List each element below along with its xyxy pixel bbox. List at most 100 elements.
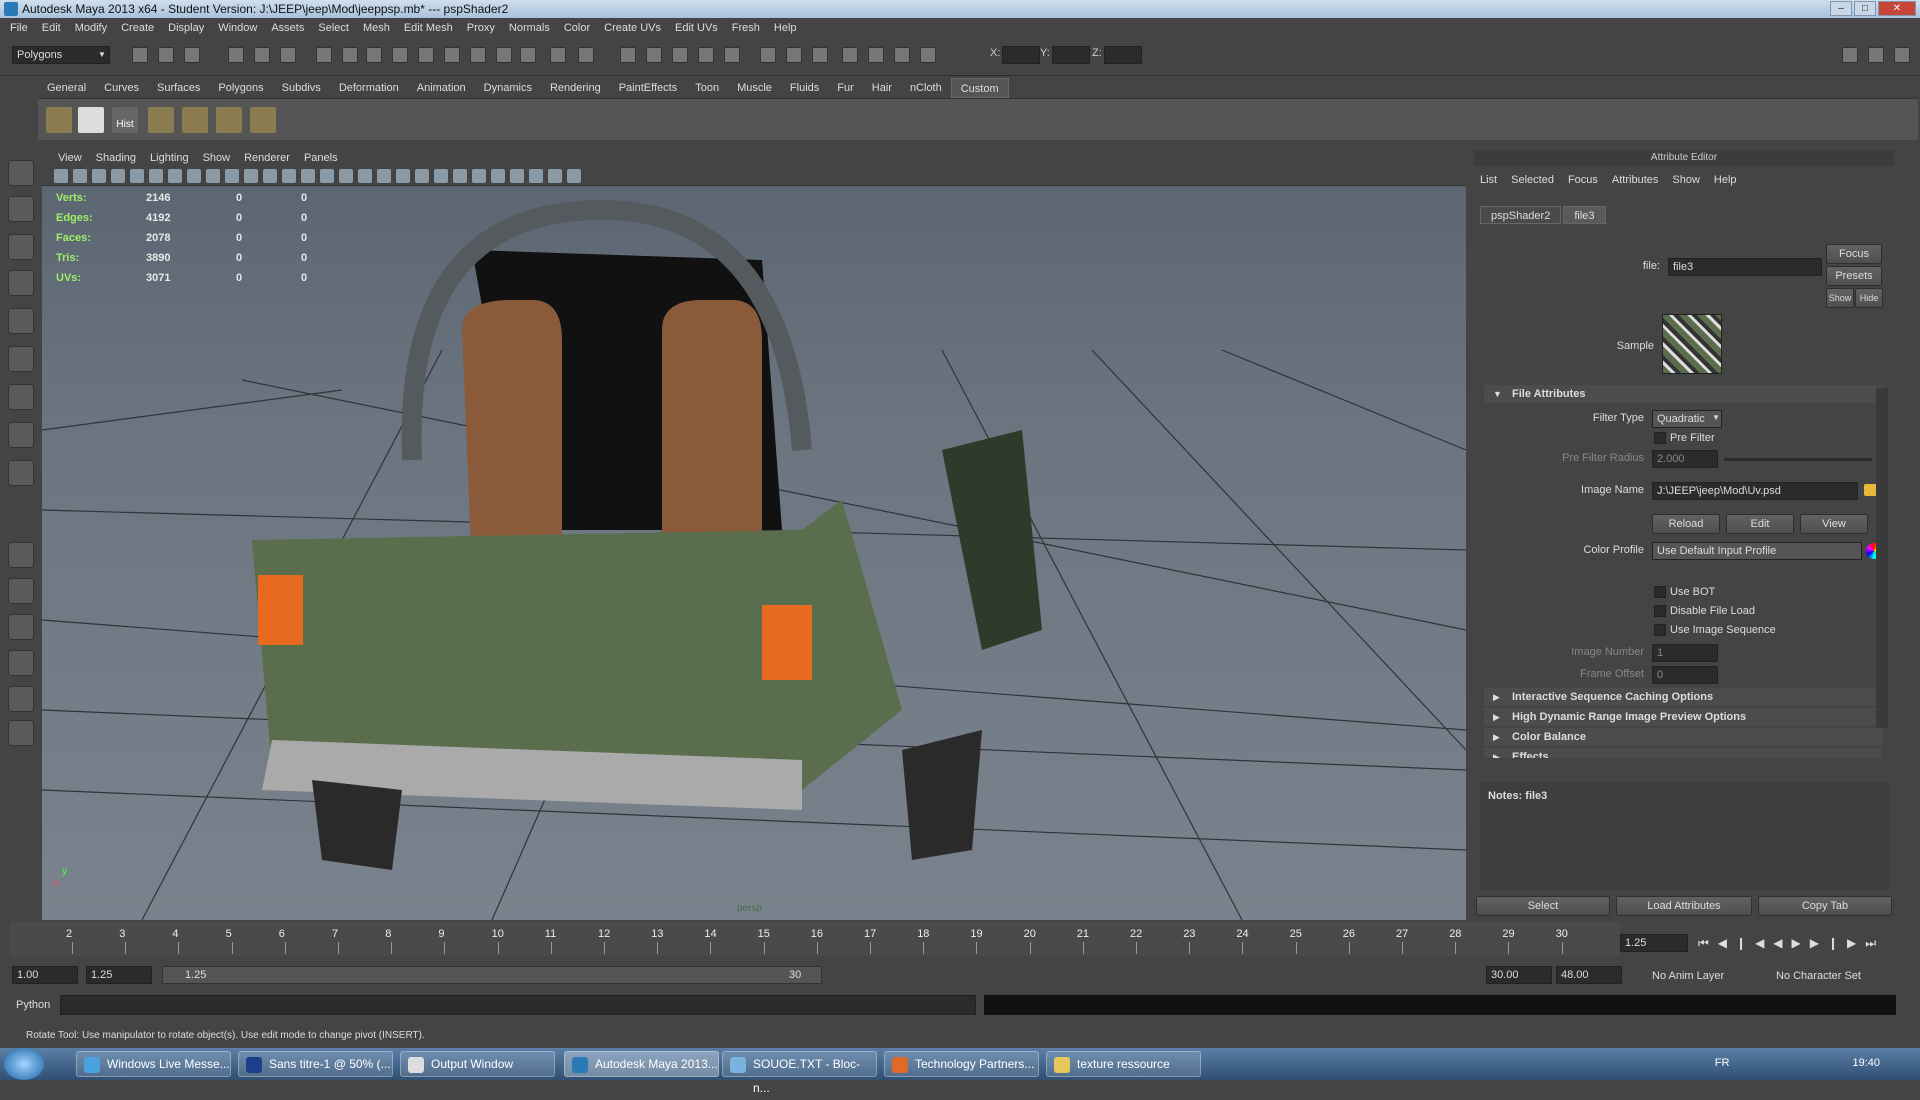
select-button[interactable]: Select [1476,896,1610,916]
tab-dynamics[interactable]: Dynamics [475,78,541,98]
viewport-tool-icon[interactable] [320,169,334,183]
menu-create[interactable]: Create [121,18,154,38]
notes-area[interactable]: Notes: file3 [1480,782,1890,890]
time-slider[interactable]: 2 3 4 5 6 7 8 9 10 11 12 13 14 15 16 17 18 19 20 21 22 23 24 25… [10,922,1620,956]
taskbar-item[interactable]: Technology Partners... [884,1051,1039,1077]
tab-curves[interactable]: Curves [95,78,148,98]
tab-surfaces[interactable]: Surfaces [148,78,209,98]
attr-menu-focus[interactable]: Focus [1568,172,1598,188]
tool-icon[interactable] [8,384,34,410]
close-button[interactable]: ✕ [1878,1,1916,16]
tab-general[interactable]: General [38,78,95,98]
tool-icon[interactable] [8,578,34,604]
viewport-tool-icon[interactable] [377,169,391,183]
tab-subdivs[interactable]: Subdivs [273,78,330,98]
x-field[interactable] [1002,46,1040,64]
file-attributes-section[interactable]: ▼ File Attributes [1484,385,1882,403]
viewport-tool-icon[interactable] [339,169,353,183]
end-time-field[interactable]: 48.00 [1556,966,1622,984]
clock[interactable]: 19:40 [1852,1057,1880,1069]
file-node-name-field[interactable]: file3 [1668,258,1822,276]
toolbar-tool-icon[interactable] [132,47,148,63]
history-button[interactable]: Hist [112,107,138,133]
toolbar-tool-icon[interactable] [366,47,382,63]
viewport-panel[interactable]: View Shading Lighting Show Renderer Panels Ve… [42,150,1466,920]
shelf-tool-icon[interactable] [182,107,208,133]
attr-menu-list[interactable]: List [1480,172,1497,188]
jeep-model[interactable] [252,199,1042,870]
menu-display[interactable]: Display [168,18,204,38]
minimize-button[interactable]: – [1830,1,1852,16]
section-interactive-sequence-caching-options[interactable]: ▶ Interactive Sequence Caching Options [1484,688,1882,706]
toolbar-tool-icon[interactable] [520,47,536,63]
character-set-dropdown[interactable]: No Character Set [1776,970,1861,982]
viewport-tool-icon[interactable] [491,169,505,183]
reload-button[interactable]: Reload [1652,514,1720,534]
layout-icon[interactable] [1842,47,1858,63]
viewport-tool-icon[interactable] [73,169,87,183]
tab-rendering[interactable]: Rendering [541,78,610,98]
channel-box-icon[interactable] [1868,47,1884,63]
toolbar-tool-icon[interactable] [646,47,662,63]
image-number-field[interactable]: 1 [1652,644,1718,662]
toolbar-tool-icon[interactable] [392,47,408,63]
tab-file3[interactable]: file3 [1563,206,1606,224]
tab-custom[interactable]: Custom [950,78,1009,98]
menu-window[interactable]: Window [218,18,257,38]
z-field[interactable] [1104,46,1142,64]
toolbar-tool-icon[interactable] [550,47,566,63]
color-profile-dropdown[interactable]: Use Default Input Profile [1652,542,1862,560]
attr-menu-help[interactable]: Help [1714,172,1737,188]
taskbar-item[interactable]: texture ressource [1046,1051,1201,1077]
tab-hair[interactable]: Hair [863,78,901,98]
menu-mesh[interactable]: Mesh [363,18,390,38]
copy-tab-button[interactable]: Copy Tab [1758,896,1892,916]
tab-muscle[interactable]: Muscle [728,78,781,98]
viewport-tool-icon[interactable] [149,169,163,183]
tab-animation[interactable]: Animation [408,78,475,98]
tab-ncloth[interactable]: nCloth [901,78,951,98]
viewport-tool-icon[interactable] [415,169,429,183]
viewport-tool-icon[interactable] [472,169,486,183]
tool-icon[interactable] [8,160,34,186]
use-bot-checkbox[interactable] [1654,586,1666,598]
tool-icon[interactable] [8,234,34,260]
menu-fresh[interactable]: Fresh [732,18,760,38]
attr-menu-show[interactable]: Show [1672,172,1700,188]
toolbar-tool-icon[interactable] [868,47,884,63]
show-button[interactable]: Show [1826,288,1854,308]
tab-fur[interactable]: Fur [828,78,863,98]
viewport-tool-icon[interactable] [282,169,296,183]
menu-edit[interactable]: Edit [42,18,61,38]
use-image-sequence-checkbox[interactable] [1654,624,1666,636]
toolbar-tool-icon[interactable] [184,47,200,63]
pre-filter-radius-slider[interactable] [1724,458,1872,461]
taskbar-item[interactable]: Output Window [400,1051,555,1077]
tab-polygons[interactable]: Polygons [209,78,272,98]
toolbar-tool-icon[interactable] [894,47,910,63]
viewport-tool-icon[interactable] [206,169,220,183]
start-time-field[interactable]: 1.00 [12,966,78,984]
taskbar-item[interactable]: Windows Live Messe... [76,1051,231,1077]
toolbar-tool-icon[interactable] [786,47,802,63]
tool-icon[interactable] [8,196,34,222]
toolbar-tool-icon[interactable] [672,47,688,63]
pre-filter-checkbox[interactable] [1654,432,1666,444]
viewport-tool-icon[interactable] [263,169,277,183]
range-slider[interactable]: 1.25 30 [162,966,822,984]
view-button[interactable]: View [1800,514,1868,534]
taskbar-item[interactable]: Autodesk Maya 2013... [564,1051,719,1077]
hide-button[interactable]: Hide [1855,288,1883,308]
toolbar-tool-icon[interactable] [812,47,828,63]
edit-button[interactable]: Edit [1726,514,1794,534]
toolbar-tool-icon[interactable] [418,47,434,63]
tool-icon[interactable] [8,614,34,640]
viewport-tool-icon[interactable] [130,169,144,183]
start-button[interactable] [4,1048,44,1080]
disable-file-load-checkbox[interactable] [1654,605,1666,617]
toolbar-tool-icon[interactable] [496,47,512,63]
toolbar-tool-icon[interactable] [342,47,358,63]
toolbar-tool-icon[interactable] [254,47,270,63]
section-high-dynamic-range-image-preview-options[interactable]: ▶ High Dynamic Range Image Preview Option… [1484,708,1882,726]
viewport-tool-icon[interactable] [225,169,239,183]
